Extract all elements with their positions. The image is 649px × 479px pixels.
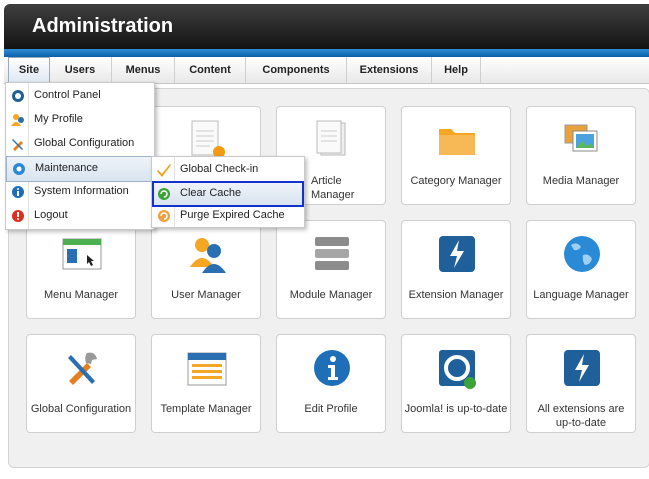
tile-menu-manager[interactable]: Menu Manager (26, 220, 136, 319)
extension-update-icon (564, 350, 600, 386)
menu-site[interactable]: Site (8, 57, 50, 83)
tools-icon (12, 139, 23, 151)
menu-users[interactable]: Users (49, 57, 112, 83)
logout-icon (12, 210, 24, 222)
menu-content[interactable]: Content (175, 57, 246, 83)
menu-menus[interactable]: Menus (112, 57, 175, 83)
site-menu-dropdown: Control Panel My Profile Global Configur… (5, 82, 155, 230)
tools-icon (68, 352, 97, 385)
joomla-update-icon (439, 350, 476, 389)
tile-media-manager[interactable]: Media Manager (526, 106, 636, 205)
tile-joomla-update[interactable]: Joomla! is up-to-date (401, 334, 511, 433)
site-menu-maintenance[interactable]: Maintenance (6, 156, 154, 182)
tile-label: Extension Manager (408, 289, 504, 301)
tile-label: Language Manager (533, 289, 629, 301)
tile-label: All extensions are up-to-date (537, 403, 625, 429)
header-accent-bar (4, 49, 649, 57)
users-icon (190, 238, 226, 273)
refresh-icon (158, 188, 170, 200)
refresh-orange-icon (158, 210, 170, 222)
article-icon (316, 120, 346, 156)
media-icon (564, 124, 598, 152)
article-add-icon (191, 120, 225, 158)
tile-label: Template Manager (160, 403, 252, 415)
profile-icon (11, 114, 24, 126)
main-menubar: Site Users Menus Content Components Exte… (4, 57, 649, 84)
info-icon (12, 186, 24, 198)
module-icon (315, 237, 349, 270)
tile-template-manager[interactable]: Template Manager (151, 334, 261, 433)
page-title: Administration (32, 15, 174, 37)
tile-label: Category Manager (410, 175, 502, 187)
checkmark-icon (157, 164, 171, 177)
tile-label: Media Manager (542, 175, 620, 187)
info-icon (314, 350, 350, 386)
site-menu-logout[interactable]: Logout (6, 204, 154, 228)
tile-extension-manager[interactable]: Extension Manager (401, 220, 511, 319)
tile-language-manager[interactable]: Language Manager (526, 220, 636, 319)
globe-icon (564, 236, 600, 272)
folder-icon (439, 129, 475, 155)
site-menu-global-configuration[interactable]: Global Configuration (6, 132, 154, 156)
admin-header: Administration (4, 4, 649, 51)
tile-edit-profile[interactable]: Edit Profile (276, 334, 386, 433)
tile-extensions-update[interactable]: All extensions are up-to-date (526, 334, 636, 433)
menu-icon (62, 238, 102, 270)
tile-label: User Manager (171, 289, 241, 301)
tile-label: Edit Profile (304, 403, 358, 415)
tile-label: Article Manager (311, 175, 355, 201)
menu-extensions[interactable]: Extensions (347, 57, 432, 83)
maintenance-submenu: Global Check-in Clear Cache Purge Expire… (151, 156, 305, 228)
submenu-purge-expired-cache[interactable]: Purge Expired Cache (152, 204, 304, 228)
site-menu-my-profile[interactable]: My Profile (6, 108, 154, 132)
tile-label: Module Manager (289, 289, 373, 301)
tile-global-configuration[interactable]: Global Configuration (26, 334, 136, 433)
tile-user-manager[interactable]: User Manager (151, 220, 261, 319)
joomla-icon (12, 90, 24, 102)
site-menu-control-panel[interactable]: Control Panel (6, 84, 154, 108)
submenu-global-check-in[interactable]: Global Check-in (152, 158, 304, 182)
gear-icon (13, 163, 25, 175)
tile-category-manager[interactable]: Category Manager (401, 106, 511, 205)
template-icon (187, 352, 227, 386)
tile-label: Joomla! is up-to-date (404, 403, 508, 415)
tile-label: Menu Manager (44, 289, 118, 301)
tile-module-manager[interactable]: Module Manager (276, 220, 386, 319)
menu-components[interactable]: Components (246, 57, 347, 83)
tile-label: Global Configuration (30, 403, 132, 415)
menu-help[interactable]: Help (432, 57, 481, 83)
extension-icon (439, 236, 475, 272)
site-menu-system-information[interactable]: System Information (6, 180, 154, 204)
